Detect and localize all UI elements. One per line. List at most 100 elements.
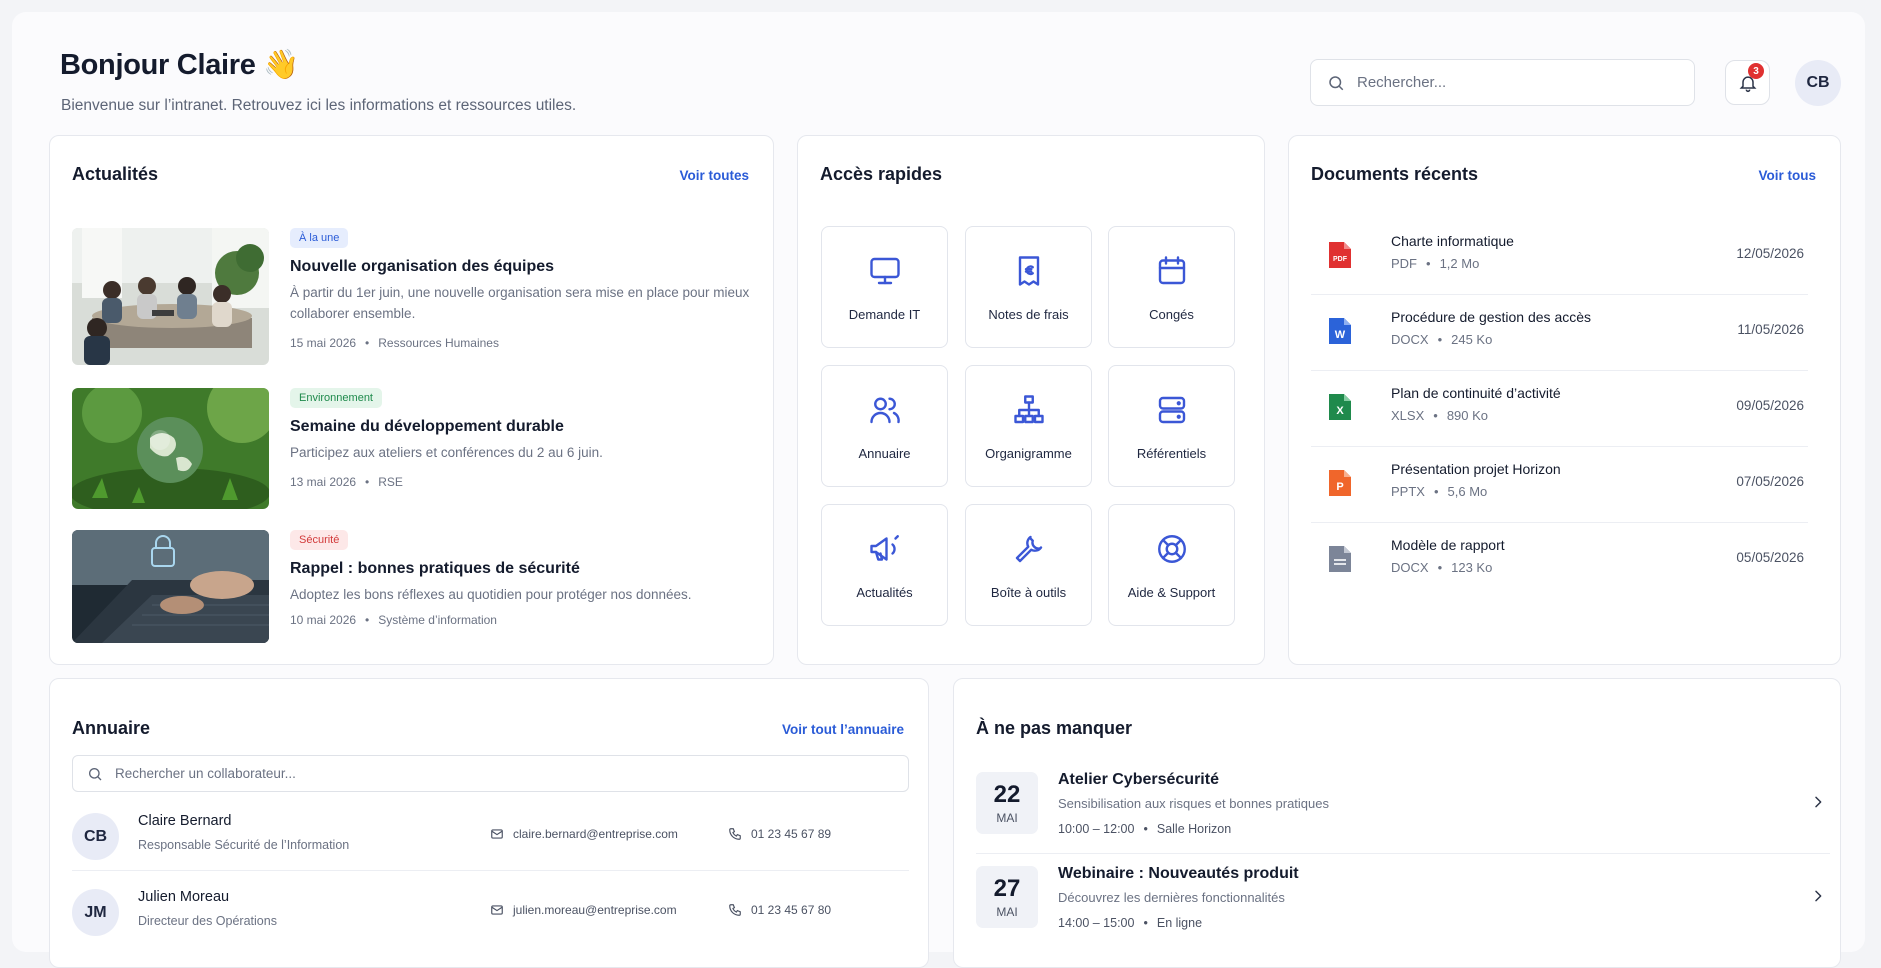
news-item-category: Ressources Humaines	[378, 336, 499, 350]
quick-access-toolbox[interactable]: Boîte à outils	[965, 504, 1092, 626]
event-date-badge: 27 MAI	[976, 866, 1038, 928]
person-row[interactable]: CB Claire Bernard Responsable Sécurité d…	[72, 799, 909, 871]
quick-access-news[interactable]: Actualités	[821, 504, 948, 626]
news-item[interactable]: Environnement Semaine du développement d…	[72, 388, 752, 510]
document-name: Plan de continuité d’activité	[1391, 385, 1561, 401]
news-see-all-link[interactable]: Voir toutes	[679, 168, 749, 183]
event-row[interactable]: 22 MAI Atelier Cybersécurité Sensibilisa…	[976, 762, 1830, 854]
word-file-icon: W	[1329, 318, 1351, 344]
person-email[interactable]: claire.bernard@entreprise.com	[490, 827, 678, 841]
notifications-button[interactable]: 3	[1725, 60, 1770, 105]
event-month: MAI	[996, 810, 1018, 825]
quick-access-help-support[interactable]: Aide & Support	[1108, 504, 1235, 626]
news-item[interactable]: À la une Nouvelle organisation des équip…	[72, 228, 752, 368]
news-tag: Sécurité	[290, 530, 349, 550]
recent-documents-card: Documents récents Voir tous PDF Charte i…	[1288, 135, 1841, 665]
calendar-icon	[1158, 256, 1185, 285]
event-desc: Découvrez les dernières fonctionnalités	[1058, 890, 1285, 905]
documents-see-all-link[interactable]: Voir tous	[1758, 168, 1816, 183]
events-card: À ne pas manquer 22 MAI Atelier Cyberséc…	[953, 678, 1841, 968]
document-meta: PPTX • 5,6 Mo	[1391, 484, 1488, 499]
svg-text:X: X	[1336, 405, 1344, 417]
news-tag: Environnement	[290, 388, 382, 408]
quick-access-card: Accès rapides Demande IT Notes de frais …	[797, 135, 1265, 665]
quick-access-repositories[interactable]: Référentiels	[1108, 365, 1235, 487]
svg-text:P: P	[1336, 481, 1343, 493]
chevron-right-icon[interactable]	[1810, 888, 1826, 904]
generic-file-icon	[1329, 546, 1351, 572]
document-name: Présentation projet Horizon	[1391, 461, 1561, 477]
news-item-title: Nouvelle organisation des équipes	[290, 258, 555, 275]
news-item-meta: 13 mai 2026 • RSE	[290, 475, 403, 489]
page-title: Bonjour Claire 👋	[60, 49, 300, 81]
news-title: Actualités	[72, 164, 159, 184]
document-row[interactable]: Modèle de rapport DOCX • 123 Ko 05/05/2026	[1311, 523, 1808, 599]
search-icon	[89, 767, 102, 780]
excel-file-icon: X	[1329, 394, 1351, 420]
event-date-badge: 22 MAI	[976, 772, 1038, 834]
megaphone-icon	[869, 535, 899, 561]
person-role: Responsable Sécurité de l’Information	[138, 838, 350, 852]
document-date: 11/05/2026	[1737, 322, 1804, 337]
directory-card: Annuaire Voir tout l’annuaire Rechercher…	[49, 678, 929, 968]
news-item-meta: 15 mai 2026 • Ressources Humaines	[290, 336, 499, 350]
lifebuoy-icon	[1157, 535, 1186, 563]
tile-label: Notes de frais	[988, 307, 1069, 322]
person-phone[interactable]: 01 23 45 67 89	[728, 827, 831, 841]
global-search-input[interactable]: Rechercher...	[1310, 59, 1695, 106]
news-item-date: 15 mai 2026	[290, 336, 357, 350]
document-row[interactable]: X Plan de continuité d’activité XLSX • 890…	[1311, 371, 1808, 447]
quick-access-leave[interactable]: Congés	[1108, 226, 1235, 348]
tile-label: Congés	[1149, 307, 1194, 322]
search-placeholder: Rechercher...	[1357, 74, 1447, 91]
document-date: 07/05/2026	[1736, 474, 1804, 489]
document-meta: DOCX • 123 Ko	[1391, 560, 1493, 575]
document-row[interactable]: W Procédure de gestion des accès DOCX • 24…	[1311, 295, 1808, 371]
pdf-file-icon: PDF	[1329, 242, 1351, 268]
quick-access-it-request[interactable]: Demande IT	[821, 226, 948, 348]
search-placeholder: Rechercher un collaborateur...	[115, 766, 296, 781]
monitor-icon	[869, 257, 900, 285]
document-name: Procédure de gestion des accès	[1391, 309, 1592, 325]
person-row[interactable]: JM Julien Moreau Directeur des Opération…	[72, 875, 909, 947]
person-name: Julien Moreau	[138, 889, 230, 905]
news-item-desc: Participez aux ateliers et conférences d…	[290, 445, 603, 460]
directory-search-input[interactable]: Rechercher un collaborateur...	[72, 755, 909, 792]
news-item-date: 10 mai 2026	[290, 613, 357, 627]
mail-icon	[491, 905, 503, 915]
document-date: 05/05/2026	[1736, 550, 1804, 565]
news-item-desc: Adoptez les bons réflexes au quotidien p…	[290, 587, 692, 602]
news-item[interactable]: Sécurité Rappel : bonnes pratiques de sé…	[72, 530, 752, 644]
chevron-right-icon[interactable]	[1810, 794, 1826, 810]
document-row[interactable]: PDF Charte informatique PDF • 1,2 Mo 12/05…	[1311, 219, 1808, 295]
event-row[interactable]: 27 MAI Webinaire : Nouveautés produit Dé…	[976, 856, 1830, 948]
tile-label: Actualités	[856, 585, 913, 600]
person-phone[interactable]: 01 23 45 67 80	[728, 903, 831, 917]
user-avatar[interactable]: CB	[1795, 60, 1841, 106]
document-meta: DOCX • 245 Ko	[1391, 332, 1493, 347]
wrench-icon	[1015, 535, 1042, 563]
document-row[interactable]: P Présentation projet Horizon PPTX • 5,6 M…	[1311, 447, 1808, 523]
tile-label: Aide & Support	[1127, 585, 1216, 600]
quick-access-expense-notes[interactable]: Notes de frais	[965, 226, 1092, 348]
person-name: Claire Bernard	[138, 813, 232, 829]
quick-access-org-chart[interactable]: Organigramme	[965, 365, 1092, 487]
event-day: 22	[993, 780, 1021, 808]
quick-access-title: Accès rapides	[820, 164, 943, 184]
person-email[interactable]: julien.moreau@entreprise.com	[490, 903, 677, 917]
tile-label: Annuaire	[858, 446, 911, 461]
directory-see-all-link[interactable]: Voir tout l’annuaire	[782, 722, 904, 737]
tile-label: Référentiels	[1136, 446, 1207, 461]
event-day: 27	[993, 874, 1021, 902]
quick-access-directory[interactable]: Annuaire	[821, 365, 948, 487]
tile-label: Organigramme	[985, 446, 1072, 461]
news-image-laptop-security	[72, 530, 269, 643]
news-item-meta: 10 mai 2026 • Système d’information	[290, 613, 497, 627]
svg-text:W: W	[1335, 329, 1346, 341]
document-name: Charte informatique	[1391, 233, 1514, 249]
database-icon	[1158, 396, 1185, 424]
news-item-date: 13 mai 2026	[290, 475, 357, 489]
document-name: Modèle de rapport	[1391, 537, 1505, 553]
receipt-euro-icon	[1018, 256, 1039, 286]
news-image-globe	[72, 388, 269, 509]
